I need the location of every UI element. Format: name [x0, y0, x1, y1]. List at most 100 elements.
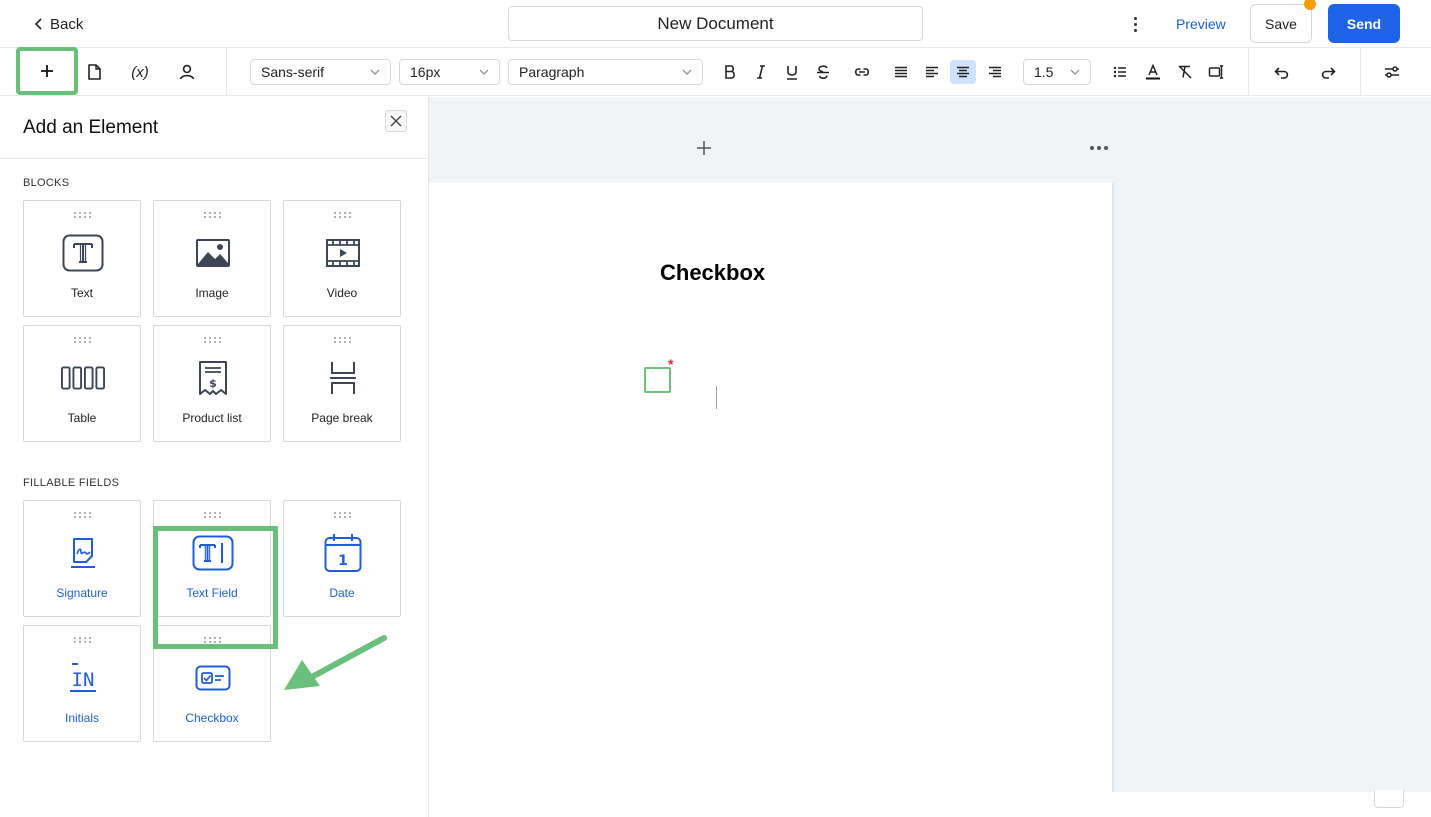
bold-icon: [725, 65, 735, 79]
text-block-icon: [62, 234, 104, 272]
close-panel-button[interactable]: [385, 110, 407, 132]
add-page-icon[interactable]: [694, 138, 714, 158]
drag-handle-icon[interactable]: [334, 337, 352, 345]
table-icon: [61, 366, 105, 390]
drag-handle-icon[interactable]: [74, 637, 92, 645]
font-size-select[interactable]: 16px: [399, 59, 500, 85]
panel-divider: [0, 158, 428, 159]
page-edge: [1112, 183, 1114, 792]
insert-field-button[interactable]: [1202, 58, 1230, 86]
svg-text:$: $: [209, 377, 217, 390]
block-card-page-break[interactable]: Page break: [283, 325, 401, 442]
underline-icon: [787, 66, 797, 80]
toolbar-divider: [1360, 48, 1361, 96]
field-card-label: Date: [329, 586, 355, 600]
redo-icon: [1321, 67, 1336, 79]
block-card-product-list[interactable]: $ Product list: [153, 325, 271, 442]
unsaved-indicator-dot: [1304, 0, 1316, 10]
variables-button[interactable]: (x): [124, 58, 156, 86]
font-family-value: Sans-serif: [261, 64, 325, 80]
bold-button[interactable]: [716, 58, 744, 86]
clear-format-icon: [1178, 65, 1192, 79]
corner-widget-icon[interactable]: [1374, 790, 1404, 808]
settings-button[interactable]: [1378, 58, 1406, 86]
block-card-label: Page break: [311, 411, 373, 425]
field-card-signature[interactable]: Signature: [23, 500, 141, 617]
document-page[interactable]: [429, 183, 1113, 817]
video-icon: [326, 239, 360, 267]
add-element-button[interactable]: [16, 47, 78, 95]
send-button[interactable]: Send: [1328, 4, 1400, 43]
drag-handle-icon[interactable]: [334, 512, 352, 520]
drag-handle-icon[interactable]: [334, 212, 352, 220]
underline-button[interactable]: [778, 58, 806, 86]
page-options-icon[interactable]: [1090, 144, 1112, 152]
align-justify-icon: [895, 66, 907, 78]
align-center-button[interactable]: [950, 60, 976, 84]
block-card-label: Image: [195, 286, 229, 300]
line-height-value: 1.5: [1034, 64, 1054, 80]
undo-button[interactable]: [1268, 58, 1296, 86]
toolbar-divider: [1248, 48, 1249, 96]
page-break-icon: [330, 362, 356, 394]
undo-icon: [1274, 67, 1289, 79]
toolbar-divider: [226, 48, 227, 96]
align-left-button[interactable]: [918, 58, 946, 86]
sliders-icon: [1385, 66, 1399, 78]
checkbox-icon: [195, 665, 231, 691]
recipient-button[interactable]: [173, 58, 201, 86]
image-icon: [196, 239, 230, 267]
drag-handle-icon[interactable]: [74, 512, 92, 520]
preview-button[interactable]: Preview: [1164, 12, 1238, 36]
redo-button[interactable]: [1314, 58, 1342, 86]
field-card-label: Initials: [64, 711, 99, 725]
initials-icon-text: IN: [72, 669, 95, 691]
pointer-arrow-icon: [284, 635, 387, 690]
document-title-input[interactable]: New Document: [508, 6, 923, 41]
back-label: Back: [50, 15, 84, 33]
checkbox-field[interactable]: [644, 367, 671, 393]
drag-handle-icon[interactable]: [74, 337, 92, 345]
panel-title: Add an Element: [23, 117, 159, 138]
drag-handle-icon[interactable]: [204, 512, 222, 520]
document-button[interactable]: [80, 58, 108, 86]
clear-format-button[interactable]: [1171, 58, 1199, 86]
close-icon: [390, 115, 402, 127]
block-card-label: Text: [70, 286, 93, 300]
align-left-icon: [926, 66, 938, 78]
block-card-image[interactable]: Image: [153, 200, 271, 317]
more-options-icon[interactable]: [1127, 12, 1143, 36]
field-card-initials[interactable]: IN Initials: [23, 625, 141, 742]
editor-toolbar: (x) Sans-serif 16px Paragraph 1.5: [0, 47, 1431, 96]
signature-icon: [71, 538, 95, 568]
field-card-date[interactable]: 1 Date: [283, 500, 401, 617]
top-header: Back New Document Preview Save Send: [0, 0, 1431, 48]
italic-button[interactable]: [747, 58, 775, 86]
drag-handle-icon[interactable]: [74, 212, 92, 220]
align-right-button[interactable]: [981, 58, 1009, 86]
line-height-select[interactable]: 1.5: [1023, 59, 1091, 85]
block-card-video[interactable]: Video: [283, 200, 401, 317]
back-button[interactable]: Back: [34, 14, 83, 34]
text-color-button[interactable]: [1139, 58, 1167, 86]
block-style-select[interactable]: Paragraph: [508, 59, 703, 85]
block-card-label: Table: [67, 411, 97, 425]
strikethrough-button[interactable]: [809, 58, 837, 86]
chevron-down-icon: [479, 69, 489, 75]
chevron-down-icon: [370, 69, 380, 75]
variables-icon: (x): [131, 63, 149, 81]
block-card-table[interactable]: Table: [23, 325, 141, 442]
blocks-section-label: BLOCKS: [23, 177, 70, 189]
document-heading[interactable]: Checkbox: [660, 260, 765, 286]
block-card-text[interactable]: Text: [23, 200, 141, 317]
align-justify-button[interactable]: [887, 58, 915, 86]
document-title-text: New Document: [657, 13, 774, 33]
bullet-list-button[interactable]: [1106, 58, 1134, 86]
drag-handle-icon[interactable]: [204, 337, 222, 345]
document-icon: [88, 64, 101, 80]
drag-handle-icon[interactable]: [204, 212, 222, 220]
link-button[interactable]: [848, 58, 876, 86]
save-button[interactable]: Save: [1250, 4, 1312, 43]
chevron-down-icon: [1070, 69, 1080, 75]
font-family-select[interactable]: Sans-serif: [250, 59, 391, 85]
